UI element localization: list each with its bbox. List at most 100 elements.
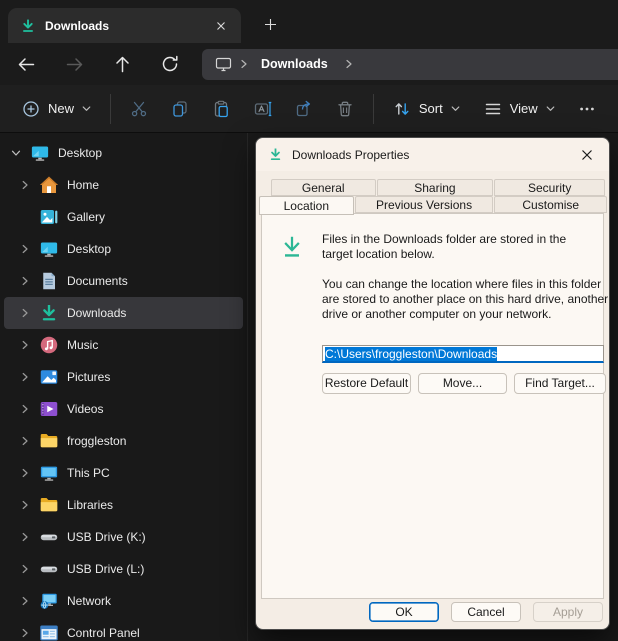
sort-icon	[392, 99, 412, 119]
sidebar-item-desktop[interactable]: Desktop	[4, 137, 243, 169]
chevron-right-icon[interactable]	[15, 180, 35, 190]
share-button[interactable]	[283, 91, 324, 127]
ok-button[interactable]: OK	[369, 602, 439, 622]
sidebar-item-this-pc[interactable]: This PC	[4, 457, 243, 489]
share-icon	[294, 99, 314, 119]
rename-button[interactable]	[242, 91, 283, 127]
chevron-right-icon[interactable]	[15, 244, 35, 254]
delete-icon	[335, 99, 355, 119]
new-tab-button[interactable]	[255, 9, 285, 39]
sidebar-item-documents[interactable]: Documents	[4, 265, 243, 297]
dialog-tab-general[interactable]: General	[271, 179, 376, 196]
copy-icon	[170, 99, 190, 119]
new-button[interactable]: New	[10, 91, 103, 127]
chevron-right-icon[interactable]	[15, 628, 35, 638]
sidebar-item-downloads[interactable]: Downloads	[4, 297, 243, 329]
sidebar-item-label: Home	[67, 178, 99, 192]
sidebar-item-label: Music	[67, 338, 98, 352]
chevron-right-icon[interactable]	[15, 340, 35, 350]
command-bar: New Sort View	[0, 85, 618, 133]
chevron-right-icon[interactable]	[15, 500, 35, 510]
sidebar-item-usb-drive-k[interactable]: USB Drive (K:)	[4, 521, 243, 553]
back-icon[interactable]	[6, 47, 46, 81]
tab-close-icon[interactable]	[209, 14, 233, 38]
location-buttons-row: Restore Default Move... Find Target...	[322, 373, 606, 394]
chevron-right-icon[interactable]	[15, 468, 35, 478]
dialog-footer: OK Cancel Apply	[369, 602, 603, 622]
location-path-input[interactable]: C:\Users\froggleston\Downloads	[322, 345, 604, 363]
more-button[interactable]	[567, 91, 608, 127]
delete-button[interactable]	[325, 91, 366, 127]
sidebar-item-label: Gallery	[67, 210, 105, 224]
network-icon	[39, 591, 59, 611]
breadcrumb-chevron-icon[interactable]	[342, 57, 356, 71]
sidebar-item-label: Downloads	[67, 306, 126, 320]
home-icon	[39, 175, 59, 195]
navigation-bar: Downloads	[0, 43, 618, 85]
sidebar-item-network[interactable]: Network	[4, 585, 243, 617]
sidebar-item-froggleston[interactable]: froggleston	[4, 425, 243, 457]
sidebar-item-label: Desktop	[67, 242, 111, 256]
restore-default-button[interactable]: Restore Default	[322, 373, 411, 394]
find-target-button[interactable]: Find Target...	[514, 373, 606, 394]
chevron-right-icon[interactable]	[15, 308, 35, 318]
sidebar-item-desktop[interactable]: Desktop	[4, 233, 243, 265]
new-label: New	[48, 101, 74, 116]
dialog-tab-sharing[interactable]: Sharing	[377, 179, 494, 196]
sidebar-item-pictures[interactable]: Pictures	[4, 361, 243, 393]
chevron-down-icon	[450, 103, 461, 114]
chevron-down-icon[interactable]	[6, 148, 26, 158]
controlpanel-icon	[39, 623, 59, 641]
more-icon	[577, 99, 597, 119]
dialog-title: Downloads Properties	[292, 148, 566, 162]
sidebar-item-control-panel[interactable]: Control Panel	[4, 617, 243, 641]
forward-icon[interactable]	[54, 47, 94, 81]
chevron-right-icon[interactable]	[15, 372, 35, 382]
address-bar[interactable]: Downloads	[202, 49, 618, 80]
intro-row: Files in the Downloads folder are stored…	[278, 232, 587, 262]
chevron-right-icon[interactable]	[15, 564, 35, 574]
paste-button[interactable]	[201, 91, 242, 127]
sidebar-item-gallery[interactable]: Gallery	[4, 201, 243, 233]
up-icon[interactable]	[102, 47, 142, 81]
dialog-close-icon[interactable]	[575, 143, 599, 167]
this-pc-icon[interactable]	[214, 55, 233, 74]
sidebar-item-usb-drive-l[interactable]: USB Drive (L:)	[4, 553, 243, 585]
sort-button[interactable]: Sort	[381, 91, 472, 127]
chevron-right-icon[interactable]	[15, 436, 35, 446]
sidebar-item-label: Pictures	[67, 370, 110, 384]
toolbar-divider	[110, 94, 111, 124]
usb-icon	[39, 527, 59, 547]
chevron-right-icon[interactable]	[15, 532, 35, 542]
dialog-tab-row-2: LocationPrevious VersionsCustomise	[259, 196, 608, 213]
copy-button[interactable]	[159, 91, 200, 127]
sidebar-item-home[interactable]: Home	[4, 169, 243, 201]
sort-label: Sort	[419, 101, 443, 116]
dialog-tab-security[interactable]: Security	[494, 179, 605, 196]
dialog-tab-previous-versions[interactable]: Previous Versions	[355, 196, 494, 213]
dialog-tab-location[interactable]: Location	[259, 196, 354, 215]
description-text: You can change the location where files …	[322, 277, 610, 322]
breadcrumb-downloads[interactable]: Downloads	[255, 57, 338, 71]
chevron-right-icon[interactable]	[15, 596, 35, 606]
location-tab-page: Files in the Downloads folder are stored…	[261, 213, 604, 599]
videos-icon	[39, 399, 59, 419]
view-button[interactable]: View	[472, 91, 567, 127]
cut-button[interactable]	[118, 91, 159, 127]
cancel-button[interactable]: Cancel	[451, 602, 521, 622]
chevron-right-icon[interactable]	[15, 276, 35, 286]
tab-title: Downloads	[45, 19, 200, 33]
sidebar-item-label: USB Drive (L:)	[67, 562, 144, 576]
chevron-right-icon[interactable]	[15, 404, 35, 414]
move-button[interactable]: Move...	[418, 373, 507, 394]
sidebar-item-libraries[interactable]: Libraries	[4, 489, 243, 521]
monitor-icon	[30, 143, 50, 163]
sidebar-item-label: Libraries	[67, 498, 113, 512]
apply-button[interactable]: Apply	[533, 602, 603, 622]
explorer-tab-downloads[interactable]: Downloads	[8, 8, 241, 43]
sidebar-item-videos[interactable]: Videos	[4, 393, 243, 425]
document-icon	[39, 271, 59, 291]
dialog-tab-customise[interactable]: Customise	[494, 196, 607, 213]
sidebar-item-music[interactable]: Music	[4, 329, 243, 361]
refresh-icon[interactable]	[150, 47, 190, 81]
